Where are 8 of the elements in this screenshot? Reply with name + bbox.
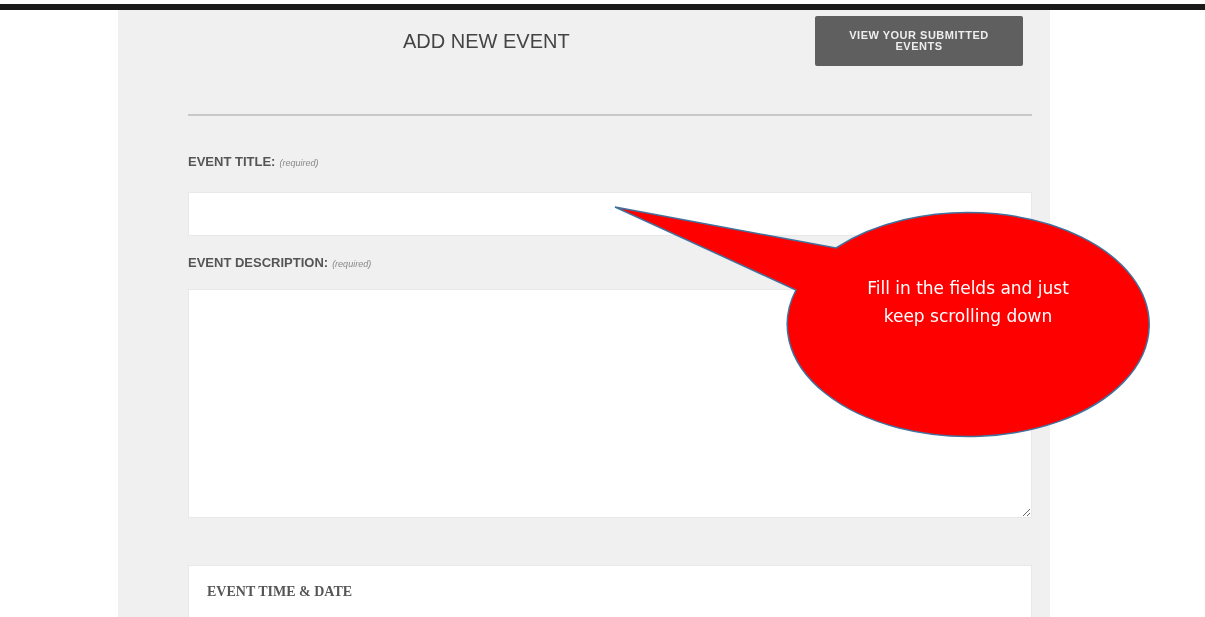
section-heading: EVENT TIME & DATE — [207, 584, 354, 600]
field-label: EVENT DESCRIPTION: — [188, 255, 329, 270]
view-events-button[interactable]: VIEW YOUR SUBMITTED EVENTS — [815, 16, 1023, 66]
required-note: (required) — [332, 259, 372, 269]
form-title: ADD NEW EVENT — [403, 30, 570, 53]
required-note: (required) — [279, 158, 319, 168]
callout-text: Fill in the fields and just keep scrolling down — [866, 277, 1070, 328]
field-label: EVENT TITLE: — [188, 154, 276, 169]
